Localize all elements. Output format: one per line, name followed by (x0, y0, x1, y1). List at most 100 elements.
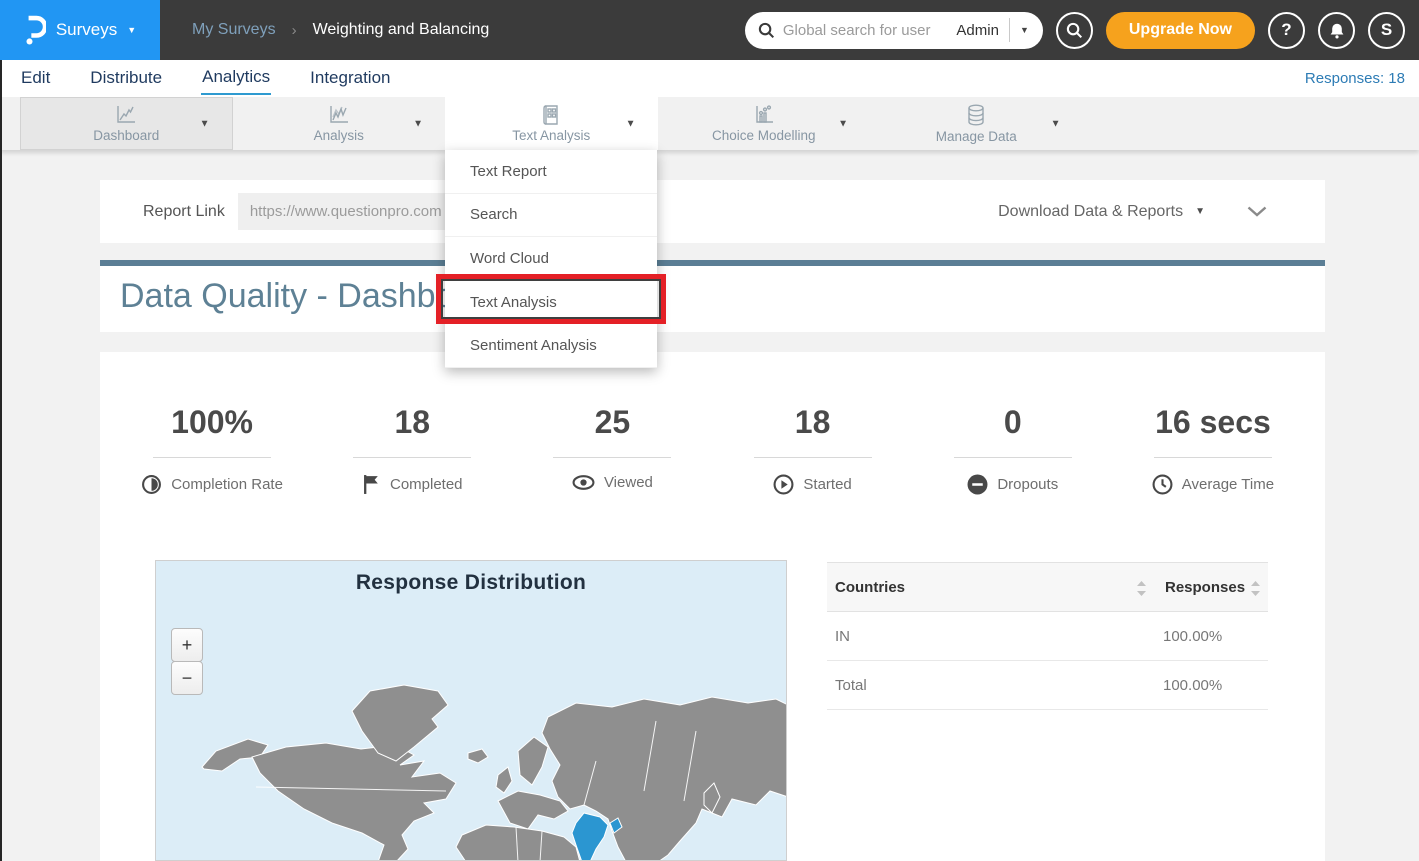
country-cell: Total (835, 677, 867, 694)
completion-rate-icon (141, 474, 162, 495)
breadcrumb-survey-name: Weighting and Balancing (313, 21, 490, 39)
toolbar-item-label: Dashboard (93, 128, 159, 143)
stat-divider (1154, 457, 1272, 458)
sort-icon[interactable] (1137, 581, 1146, 596)
play-circle-icon (773, 474, 794, 495)
avatar-letter: S (1381, 20, 1392, 40)
page-title-panel: Data Quality - Dashboard (100, 260, 1325, 332)
toolbar-dashboard-button[interactable]: Dashboard ▼ (20, 97, 233, 150)
menu-item-word-cloud[interactable]: Word Cloud (445, 237, 657, 281)
left-edge-strip (0, 60, 2, 861)
toolbar-item-label: Text Analysis (512, 128, 590, 143)
responses-cell: 100.00% (1163, 628, 1222, 645)
stat-value: 100% (112, 404, 312, 441)
collapse-panel-chevron[interactable] (1247, 206, 1267, 217)
search-button[interactable] (1056, 12, 1093, 49)
report-link-panel: Report Link Download Data & Reports ▼ (100, 180, 1325, 243)
stat-label: Viewed (604, 474, 653, 491)
stat-value: 18 (312, 404, 512, 441)
text-analysis-dropdown-menu: Text Report Search Word Cloud Text Analy… (445, 150, 657, 368)
download-data-reports-menu[interactable]: Download Data & Reports ▼ (998, 203, 1205, 221)
search-scope-caret-icon[interactable]: ▼ (1010, 25, 1033, 35)
countries-table: Countries Responses IN 100.00% Total 100… (827, 562, 1268, 710)
toolbar-text-analysis-button[interactable]: Text Analysis ▼ (445, 97, 658, 150)
map-land-scandinavia (518, 737, 548, 785)
questionpro-logo-icon (24, 15, 46, 45)
map-zoom-out-button[interactable]: − (171, 661, 203, 695)
countries-column-header[interactable]: Countries (835, 579, 905, 596)
stat-viewed: 25 Viewed (512, 404, 712, 495)
chevron-down-icon[interactable]: ▼ (200, 118, 210, 129)
stat-value: 18 (713, 404, 913, 441)
chevron-down-icon[interactable]: ▼ (1051, 118, 1061, 129)
map-zoom-in-button[interactable]: + (171, 628, 203, 662)
world-map[interactable] (156, 561, 787, 861)
surveys-label: Surveys (56, 20, 117, 40)
stat-started: 18 Started (713, 404, 913, 495)
surveys-menu-button[interactable]: Surveys ▼ (0, 0, 160, 60)
toolbar-choice-modelling-button[interactable]: Choice Modelling ▼ (658, 97, 871, 150)
line-chart-icon (115, 105, 137, 125)
stat-label: Average Time (1182, 476, 1274, 493)
menu-item-sentiment-analysis[interactable]: Sentiment Analysis (445, 324, 657, 368)
report-link-label: Report Link (143, 203, 225, 221)
toolbar-analysis-button[interactable]: Analysis ▼ (233, 97, 446, 150)
response-distribution-map: Response Distribution + − (155, 560, 787, 861)
search-icon (758, 22, 775, 39)
map-title: Response Distribution (156, 571, 786, 595)
analytics-toolbar: Dashboard ▼ Analysis ▼ Text Analysis ▼ C… (0, 97, 1419, 150)
account-avatar[interactable]: S (1368, 12, 1405, 49)
tab-distribute[interactable]: Distribute (89, 63, 163, 94)
tab-analytics[interactable]: Analytics (201, 62, 271, 95)
chevron-down-icon[interactable]: ▼ (838, 118, 848, 129)
chevron-down-icon: ▼ (1195, 206, 1205, 217)
flag-icon (362, 474, 381, 495)
help-label: ? (1281, 20, 1291, 40)
top-navbar: Surveys ▼ My Surveys › Weighting and Bal… (0, 0, 1419, 60)
clock-icon (1152, 474, 1173, 495)
responses-count: Responses: 18 (1305, 70, 1419, 87)
tab-edit[interactable]: Edit (20, 63, 51, 94)
breadcrumb-my-surveys[interactable]: My Surveys (192, 21, 276, 39)
breadcrumb: My Surveys › Weighting and Balancing (192, 21, 489, 39)
chevron-down-icon (1247, 206, 1267, 217)
menu-item-search[interactable]: Search (445, 194, 657, 238)
stat-divider (553, 457, 671, 458)
chevron-down-icon[interactable]: ▼ (413, 118, 423, 129)
stat-value: 0 (913, 404, 1113, 441)
stat-average-time: 16 secs Average Time (1113, 404, 1313, 495)
survey-section-tabs: Edit Distribute Analytics Integration Re… (0, 60, 1419, 97)
responses-column-header[interactable]: Responses (1165, 579, 1245, 596)
scatter-chart-icon (753, 105, 775, 125)
breadcrumb-separator-icon: › (292, 22, 297, 39)
stat-divider (754, 457, 872, 458)
toolbar-manage-data-button[interactable]: Manage Data ▼ (870, 97, 1083, 150)
chevron-down-icon[interactable]: ▼ (626, 118, 636, 129)
global-search-box[interactable]: Admin ▼ (745, 12, 1043, 49)
stat-completion-rate: 100% Completion Rate (112, 404, 312, 495)
page-title: Data Quality - Dashboard (100, 266, 1325, 316)
map-land-iceland (468, 749, 488, 763)
tab-integration[interactable]: Integration (309, 63, 391, 94)
sort-icon[interactable] (1251, 581, 1260, 596)
stat-divider (153, 457, 271, 458)
table-row: Total 100.00% (827, 661, 1268, 710)
minus-circle-icon (967, 474, 988, 495)
upgrade-now-button[interactable]: Upgrade Now (1106, 12, 1255, 49)
eye-icon (572, 474, 595, 491)
help-button[interactable]: ? (1268, 12, 1305, 49)
stat-label: Completion Rate (171, 476, 283, 493)
map-land-uk (496, 767, 512, 793)
surveys-caret-icon: ▼ (127, 25, 136, 35)
stat-label: Completed (390, 476, 463, 493)
app-window: Surveys ▼ My Surveys › Weighting and Bal… (0, 0, 1419, 861)
menu-item-text-report[interactable]: Text Report (445, 150, 657, 194)
toolbar-item-label: Analysis (314, 128, 364, 143)
topbar-actions: Admin ▼ Upgrade Now ? S (745, 12, 1419, 49)
stat-label: Dropouts (997, 476, 1058, 493)
responses-cell: 100.00% (1163, 677, 1222, 694)
global-search-input[interactable] (783, 22, 951, 39)
menu-item-text-analysis[interactable]: Text Analysis (445, 281, 657, 325)
search-scope-label: Admin (950, 22, 1009, 39)
notifications-button[interactable] (1318, 12, 1355, 49)
